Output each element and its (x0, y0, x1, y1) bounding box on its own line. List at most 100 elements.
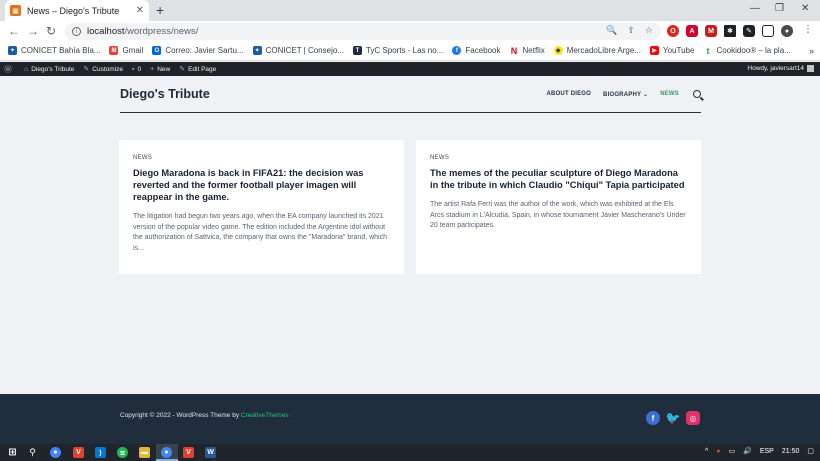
post-title[interactable]: Diego Maradona is back in FIFA21: the de… (133, 168, 390, 204)
vivaldi-icon[interactable]: V (183, 447, 194, 458)
extension-opera-icon[interactable]: O (667, 25, 679, 37)
primary-nav: ABOUT DIEGO BIOGRAPHY ⌄ NEWS (547, 90, 701, 98)
extension-adblock-icon[interactable]: A (686, 25, 698, 37)
browser-tab[interactable]: ▣ News – Diego's Tribute ✕ (5, 0, 149, 21)
bookmark-outlook[interactable]: O Correo: Javier Sartu... (152, 46, 244, 55)
twitter-icon[interactable]: 🐦 (666, 411, 681, 425)
forward-icon[interactable]: → (27, 24, 39, 38)
clock[interactable]: 21:50 (782, 448, 800, 455)
pencil-icon: ✎ (179, 66, 186, 73)
plus-icon: + (150, 65, 155, 73)
site-footer: Copyright © 2022 - WordPress Theme by Cr… (0, 394, 820, 444)
admin-bar-customize[interactable]: ✎ Customize (83, 65, 123, 74)
browser-menu-icon[interactable]: ⋮ (803, 24, 813, 35)
extensions-puzzle-icon[interactable]: ✱ (724, 25, 736, 37)
vivaldi-tray-icon[interactable]: ● (716, 448, 720, 455)
language-indicator[interactable]: ESP (760, 448, 774, 455)
avatar (807, 65, 814, 72)
post-category[interactable]: NEWS (133, 155, 390, 161)
conicet-icon: ✦ (8, 46, 17, 55)
post-title[interactable]: The memes of the peculiar sculpture of D… (430, 168, 687, 192)
share-icon[interactable]: ⇪ (627, 25, 635, 36)
reload-icon[interactable]: ↻ (46, 24, 56, 38)
mercadolibre-icon: ◆ (553, 46, 563, 55)
volume-icon[interactable]: 🔊 (743, 447, 752, 455)
tyc-sports-icon: T (352, 46, 362, 55)
minimize-icon[interactable]: — (750, 3, 760, 14)
theme-author-link[interactable]: CreativeThemes (241, 412, 289, 419)
chevron-up-icon[interactable]: ^ (705, 448, 708, 455)
chrome-icon[interactable]: ● (161, 447, 172, 458)
spotify-icon[interactable]: ≋ (117, 447, 128, 458)
facebook-icon[interactable]: f (646, 411, 660, 425)
post-category[interactable]: NEWS (430, 155, 687, 161)
extension-pin-icon[interactable]: ✎ (743, 25, 755, 37)
site-favicon-icon: ▣ (10, 5, 21, 16)
home-icon: ⌂ (24, 65, 29, 73)
system-tray: ^ ● ▭ 🔊 ESP 21:50 ▢ (705, 447, 814, 456)
side-panel-icon[interactable] (762, 25, 774, 37)
brush-icon: ✎ (83, 66, 90, 73)
network-icon[interactable]: ▭ (728, 447, 735, 455)
extension-mail-icon[interactable]: M (705, 25, 717, 37)
address-bar[interactable]: i localhost/wordpress/news/ 🔍 ⇪ ☆ (65, 23, 661, 40)
window-close-icon[interactable]: ✕ (801, 3, 809, 14)
facebook-icon: f (452, 46, 462, 55)
more-bookmarks-icon[interactable]: » (809, 46, 814, 56)
bookmark-facebook[interactable]: f Facebook (452, 46, 501, 55)
admin-bar-edit-page[interactable]: ✎ Edit Page (179, 65, 216, 74)
bookmark-star-icon[interactable]: ☆ (645, 25, 653, 36)
notifications-icon[interactable]: ▢ (807, 447, 814, 455)
admin-bar-comments[interactable]: ▪ 0 (132, 66, 141, 73)
admin-bar-new[interactable]: + New (150, 66, 170, 73)
bookmark-tyc-sports[interactable]: T TyC Sports - Las no... (352, 46, 443, 55)
wp-logo-icon[interactable]: Ⓦ (4, 64, 15, 75)
new-tab-button[interactable]: + (156, 2, 164, 18)
youtube-icon: ▶ (650, 46, 659, 55)
chevron-down-icon: ⌄ (642, 91, 649, 98)
bookmark-conicet-bahia[interactable]: ✦ CONICET Bahía Bla... (8, 46, 100, 55)
netflix-icon: N (509, 45, 519, 56)
search-icon[interactable] (693, 90, 701, 98)
admin-bar-account[interactable]: Howdy, javiersart14 (747, 65, 814, 72)
windows-start-icon[interactable]: ⊞ (7, 447, 18, 458)
bookmark-conicet-consejo[interactable]: ✦ CONICET | Consejo... (252, 46, 344, 55)
vscode-icon[interactable]: ⟩ (95, 447, 106, 458)
bookmark-youtube[interactable]: ▶ YouTube (650, 46, 694, 55)
tab-title: News – Diego's Tribute (27, 5, 120, 16)
comment-icon: ▪ (131, 65, 135, 73)
vivaldi-icon[interactable]: V (73, 447, 84, 458)
post-card: NEWS Diego Maradona is back in FIFA21: t… (119, 140, 404, 274)
post-excerpt: The artist Rafa Ferri was the author of … (430, 200, 686, 230)
close-tab-icon[interactable]: ✕ (136, 5, 144, 16)
instagram-icon[interactable]: ◎ (686, 411, 700, 425)
windows-taskbar: ⊞ ⚲ ● V ⟩ ≋ ▬ ● V W ^ ● ▭ 🔊 ESP 21:50 ▢ (0, 444, 820, 461)
nav-item-about-diego[interactable]: ABOUT DIEGO (547, 91, 592, 97)
nav-item-biography[interactable]: BIOGRAPHY ⌄ (603, 91, 648, 98)
site-header: Diego's Tribute ABOUT DIEGO BIOGRAPHY ⌄ … (120, 76, 701, 113)
post-card: NEWS The memes of the peculiar sculpture… (416, 140, 701, 274)
site-info-icon[interactable]: i (72, 27, 81, 36)
conicet-icon: ✦ (252, 46, 262, 55)
chrome-icon[interactable]: ● (50, 447, 61, 458)
profile-avatar[interactable]: ● (781, 25, 793, 37)
wp-admin-bar: Ⓦ ⌂ Diego's Tribute ✎ Customize ▪ 0 + New ✎ E… (0, 62, 820, 76)
restore-icon[interactable]: ❐ (775, 3, 784, 14)
word-icon[interactable]: W (205, 447, 216, 458)
search-icon[interactable]: ⚲ (27, 447, 38, 458)
bookmarks-bar: ✦ CONICET Bahía Bla... M Gmail O Correo: Ja… (0, 41, 820, 61)
admin-bar-site-link[interactable]: ⌂ Diego's Tribute (24, 66, 74, 73)
back-icon[interactable]: ← (8, 24, 20, 38)
bookmark-gmail[interactable]: M Gmail (109, 46, 143, 55)
search-icon[interactable]: 🔍 (606, 25, 617, 36)
bookmark-mercadolibre[interactable]: ◆ MercadoLibre Arge... (553, 46, 641, 55)
cookidoo-icon: t (703, 46, 713, 56)
gmail-icon: M (109, 46, 119, 55)
browser-toolbar: ← → ↻ i localhost/wordpress/news/ 🔍 ⇪ ☆ … (0, 21, 820, 41)
nav-item-news[interactable]: NEWS (660, 91, 679, 97)
outlook-icon: O (152, 46, 162, 55)
bookmark-netflix[interactable]: N Netflix (509, 45, 545, 56)
bookmark-cookidoo[interactable]: t Cookidoo® – la pla... (703, 46, 791, 56)
file-explorer-icon[interactable]: ▬ (139, 447, 150, 458)
site-title[interactable]: Diego's Tribute (120, 87, 210, 101)
